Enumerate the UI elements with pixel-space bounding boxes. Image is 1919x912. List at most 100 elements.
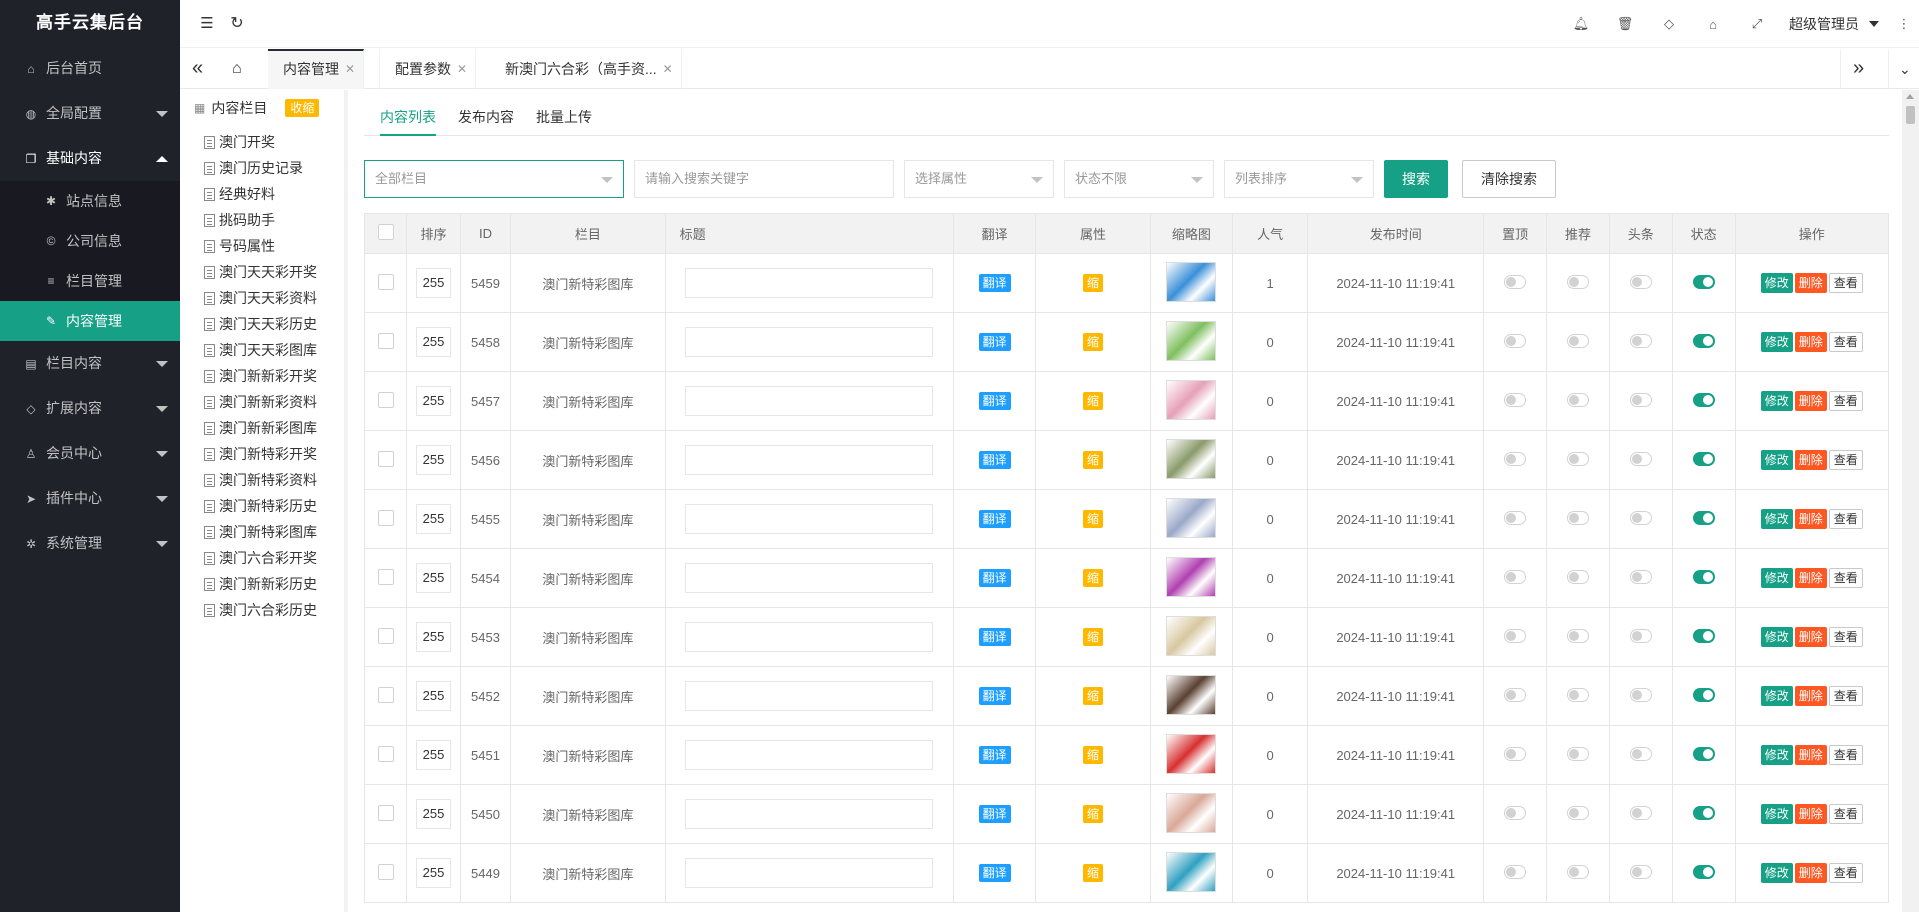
thumbnail-image[interactable] <box>1166 497 1217 538</box>
tree-item[interactable]: 经典好料 <box>204 181 344 207</box>
title-input[interactable] <box>685 858 934 888</box>
search-button[interactable]: 搜索 <box>1384 160 1448 198</box>
top-toggle[interactable] <box>1504 392 1527 407</box>
scroll-up-icon[interactable] <box>1906 94 1914 99</box>
tabs-next-icon[interactable]: » <box>1840 49 1864 89</box>
edit-button[interactable]: 修改 <box>1760 686 1793 706</box>
view-button[interactable]: 查看 <box>1828 509 1863 529</box>
translate-button[interactable]: 翻译 <box>978 628 1011 646</box>
tabs-home-icon[interactable]: ⌂ <box>232 49 242 89</box>
order-input[interactable]: 255 <box>415 386 451 416</box>
recommend-toggle[interactable] <box>1566 569 1589 584</box>
close-icon[interactable]: ✕ <box>457 49 467 89</box>
thumbnail-image[interactable] <box>1166 792 1217 833</box>
trash-icon[interactable]: 🗑︎ <box>1603 16 1647 32</box>
tab-publish-content[interactable]: 发布内容 <box>458 106 514 136</box>
order-input[interactable]: 255 <box>415 504 451 534</box>
status-toggle[interactable] <box>1692 333 1715 348</box>
category-select[interactable]: 全部栏目 <box>364 160 624 198</box>
sidebar-item-system-manage[interactable]: ✲ 系统管理 <box>0 521 180 566</box>
headline-toggle[interactable] <box>1629 274 1652 289</box>
thumbnail-image[interactable] <box>1166 851 1217 892</box>
tree-item[interactable]: 澳门天天彩历史 <box>204 311 344 337</box>
recommend-toggle[interactable] <box>1566 510 1589 525</box>
edit-button[interactable]: 修改 <box>1760 450 1793 470</box>
row-checkbox[interactable] <box>377 568 394 585</box>
headline-toggle[interactable] <box>1629 628 1652 643</box>
translate-button[interactable]: 翻译 <box>978 805 1011 823</box>
sidebar-item-home[interactable]: ⌂ 后台首页 <box>0 46 180 91</box>
tree-item[interactable]: 澳门历史记录 <box>204 155 344 181</box>
title-input[interactable] <box>685 799 934 829</box>
order-input[interactable]: 255 <box>415 327 451 357</box>
translate-button[interactable]: 翻译 <box>978 451 1011 469</box>
thumbnail-image[interactable] <box>1166 733 1217 774</box>
tree-item[interactable]: 澳门开奖 <box>204 129 344 155</box>
top-toggle[interactable] <box>1504 451 1527 466</box>
thumbnail-image[interactable] <box>1166 615 1217 656</box>
status-toggle[interactable] <box>1692 864 1715 879</box>
tab-batch-upload[interactable]: 批量上传 <box>536 106 592 136</box>
view-button[interactable]: 查看 <box>1828 745 1863 765</box>
edit-button[interactable]: 修改 <box>1760 804 1793 824</box>
recommend-toggle[interactable] <box>1566 805 1589 820</box>
headline-toggle[interactable] <box>1629 510 1652 525</box>
title-input[interactable] <box>685 445 934 475</box>
tree-item[interactable]: 澳门天天彩资料 <box>204 285 344 311</box>
translate-button[interactable]: 翻译 <box>978 746 1011 764</box>
row-checkbox[interactable] <box>377 686 394 703</box>
tree-item[interactable]: 澳门天天彩开奖 <box>204 259 344 285</box>
view-button[interactable]: 查看 <box>1828 686 1863 706</box>
sidebar-subitem-content-manage[interactable]: ✎ 内容管理 <box>0 301 180 341</box>
translate-button[interactable]: 翻译 <box>978 864 1011 882</box>
tree-item[interactable]: 澳门新新彩历史 <box>204 571 344 597</box>
tabs-dropdown-icon[interactable]: ⌄ <box>1888 49 1919 89</box>
recommend-toggle[interactable] <box>1566 628 1589 643</box>
headline-toggle[interactable] <box>1629 746 1652 761</box>
status-toggle[interactable] <box>1692 510 1715 525</box>
status-toggle[interactable] <box>1692 687 1715 702</box>
sidebar-subitem-column-manage[interactable]: ≡ 栏目管理 <box>0 261 180 301</box>
row-checkbox[interactable] <box>377 509 394 526</box>
edit-button[interactable]: 修改 <box>1760 568 1793 588</box>
translate-button[interactable]: 翻译 <box>978 687 1011 705</box>
view-button[interactable]: 查看 <box>1828 627 1863 647</box>
headline-toggle[interactable] <box>1629 864 1652 879</box>
user-menu[interactable]: 超级管理员 <box>1779 14 1889 34</box>
row-checkbox[interactable] <box>377 804 394 821</box>
top-toggle[interactable] <box>1504 569 1527 584</box>
top-toggle[interactable] <box>1504 746 1527 761</box>
thumbnail-image[interactable] <box>1166 438 1217 479</box>
edit-button[interactable]: 修改 <box>1760 627 1793 647</box>
delete-button[interactable]: 删除 <box>1794 686 1827 706</box>
clear-search-button[interactable]: 清除搜索 <box>1462 160 1556 198</box>
recommend-toggle[interactable] <box>1566 687 1589 702</box>
order-input[interactable]: 255 <box>415 799 451 829</box>
tree-item[interactable]: 澳门六合彩开奖 <box>204 545 344 571</box>
status-toggle[interactable] <box>1692 569 1715 584</box>
title-input[interactable] <box>685 622 934 652</box>
headline-toggle[interactable] <box>1629 569 1652 584</box>
delete-button[interactable]: 删除 <box>1794 509 1827 529</box>
tree-item[interactable]: 澳门新特彩历史 <box>204 493 344 519</box>
edit-button[interactable]: 修改 <box>1760 273 1793 293</box>
tree-item[interactable]: 挑码助手 <box>204 207 344 233</box>
title-input[interactable] <box>685 740 934 770</box>
view-button[interactable]: 查看 <box>1828 273 1863 293</box>
delete-button[interactable]: 删除 <box>1794 804 1827 824</box>
edit-button[interactable]: 修改 <box>1760 745 1793 765</box>
order-input[interactable]: 255 <box>415 563 451 593</box>
edit-button[interactable]: 修改 <box>1760 509 1793 529</box>
scrollbar[interactable] <box>1902 90 1919 912</box>
status-toggle[interactable] <box>1692 451 1715 466</box>
order-input[interactable]: 255 <box>415 858 451 888</box>
sidebar-subitem-site-info[interactable]: ✱ 站点信息 <box>0 181 180 221</box>
headline-toggle[interactable] <box>1629 687 1652 702</box>
tree-item[interactable]: 澳门新特彩资料 <box>204 467 344 493</box>
menu-toggle-icon[interactable]: ☰ <box>192 0 222 48</box>
row-checkbox[interactable] <box>377 863 394 880</box>
top-toggle[interactable] <box>1504 274 1527 289</box>
thumbnail-image[interactable] <box>1166 674 1217 715</box>
delete-button[interactable]: 删除 <box>1794 332 1827 352</box>
order-input[interactable]: 255 <box>415 268 451 298</box>
